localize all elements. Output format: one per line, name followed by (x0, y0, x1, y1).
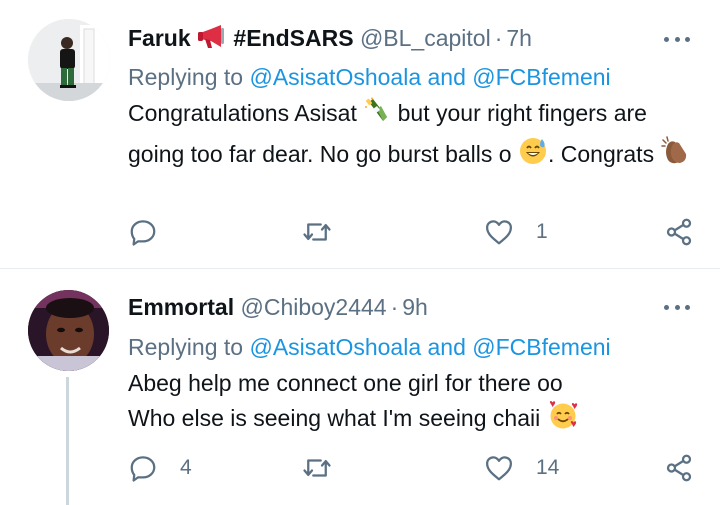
share-button[interactable] (664, 451, 694, 485)
tweet-header: Faruk #EndSARS @BL_capitol · 7h (128, 23, 532, 57)
champagne-emoji-icon (363, 97, 391, 134)
and-word: and (427, 334, 466, 360)
reply-icon (130, 220, 156, 246)
megaphone-emoji-icon (197, 24, 227, 57)
handle[interactable]: @BL_capitol (360, 25, 491, 51)
reply-count: 4 (180, 456, 192, 479)
replying-prefix: Replying to (128, 64, 244, 90)
tweet-text-part: Congratulations Asisat (128, 100, 357, 126)
avatar[interactable] (28, 19, 110, 101)
reply-button[interactable] (128, 215, 180, 249)
share-button[interactable] (664, 215, 694, 249)
avatar-photo (28, 290, 109, 371)
heart-icon (486, 456, 512, 481)
handle[interactable]: @Chiboy2444 (240, 294, 386, 320)
clapping-hands-emoji-icon (660, 134, 692, 175)
mention-link[interactable]: @FCBfemeni (472, 64, 610, 90)
retweet-icon (303, 459, 331, 477)
retweet-button[interactable] (302, 451, 354, 485)
display-name[interactable]: Emmortal (128, 294, 234, 320)
hashtag[interactable]: #EndSARS (233, 25, 353, 51)
replying-to: Replying to @AsisatOshoala and @FCBfemen… (128, 62, 611, 92)
tweet[interactable]: Emmortal @Chiboy2444 · 9h Replying to @Asi… (0, 269, 720, 505)
tweet-header: Emmortal @Chiboy2444 · 9h (128, 294, 428, 320)
timestamp[interactable]: 9h (402, 294, 428, 320)
avatar[interactable] (28, 290, 109, 371)
mention-link[interactable]: @FCBfemeni (472, 334, 610, 360)
tweet-text-part: . Congrats (547, 141, 655, 167)
display-name[interactable]: Faruk (128, 25, 191, 51)
share-icon (666, 218, 692, 246)
share-icon (666, 454, 692, 482)
tweet-text-line: Who else is seeing what I'm seeing chaii (128, 400, 698, 439)
tweet-text-line: Abeg help me connect one girl for there … (128, 370, 563, 396)
retweet-button[interactable] (302, 215, 354, 249)
smiling-face-with-hearts-emoji-icon (547, 400, 579, 439)
reply-icon (130, 456, 156, 482)
mention-link[interactable]: @AsisatOshoala (249, 64, 421, 90)
more-options-icon[interactable] (664, 34, 690, 44)
heart-icon (486, 220, 512, 245)
retweet-icon (303, 223, 331, 241)
replying-to: Replying to @AsisatOshoala and @FCBfemen… (128, 332, 611, 362)
reply-button[interactable]: 4 (128, 451, 192, 485)
like-button[interactable]: 14 (484, 451, 559, 485)
thread-line (66, 377, 69, 505)
tweet-text: Abeg help me connect one girl for there … (128, 366, 698, 439)
avatar-photo (28, 19, 110, 101)
and-word: and (427, 64, 466, 90)
tweet-actions: 4 14 (128, 451, 698, 485)
mention-link[interactable]: @AsisatOshoala (249, 334, 421, 360)
like-button[interactable]: 1 (484, 215, 548, 249)
tweet-actions: 1 (128, 215, 698, 249)
replying-prefix: Replying to (128, 334, 244, 360)
like-count: 14 (536, 456, 560, 479)
tweet[interactable]: Faruk #EndSARS @BL_capitol · 7h Replying t… (0, 0, 720, 268)
like-count: 1 (536, 220, 548, 243)
timestamp[interactable]: 7h (506, 25, 532, 51)
sweat-smile-emoji-icon (518, 136, 548, 175)
more-options-icon[interactable] (664, 302, 690, 312)
tweet-text-part: Who else is seeing what I'm seeing chaii (128, 405, 541, 431)
tweet-text: Congratulations Asisat but your right fi… (128, 96, 698, 175)
